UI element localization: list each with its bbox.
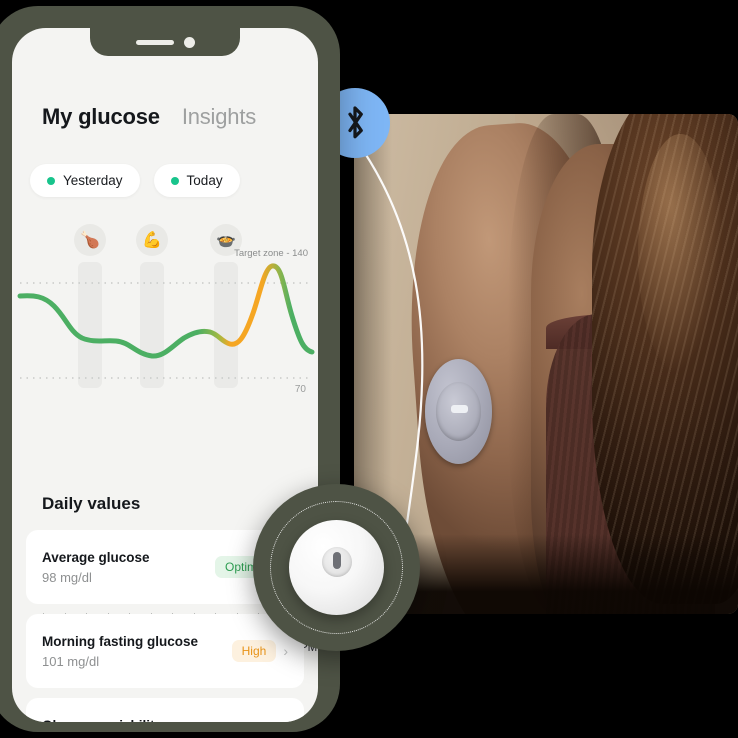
row-text: Morning fasting glucose 101 mg/dl — [42, 634, 198, 669]
row-text: Average glucose 98 mg/dl — [42, 550, 150, 585]
front-camera — [183, 36, 195, 48]
low-threshold-label: 70 — [294, 384, 306, 395]
table-row[interactable]: Morning fasting glucose 101 mg/dl High › — [26, 614, 304, 688]
screen-tabs: My glucose Insights — [42, 104, 256, 130]
chevron-right-icon[interactable]: › — [283, 643, 288, 659]
metric-value: 98 mg/dl — [42, 569, 92, 585]
day-filter-group: Yesterday Today — [30, 164, 240, 197]
tab-insights[interactable]: Insights — [182, 104, 256, 130]
photo-hair-highlight — [638, 134, 723, 374]
yesterday-dot-icon — [47, 176, 55, 185]
today-label: Today — [186, 173, 223, 188]
row-text: Glucose variability 19 mg/dl — [42, 718, 162, 723]
metric-value: 101 mg/dl — [42, 653, 100, 669]
metric-name: Average glucose — [42, 549, 150, 565]
row-status: High › — [231, 640, 288, 662]
sensor-magnifier — [253, 484, 420, 651]
sensor-slot — [332, 552, 341, 570]
bluetooth-icon — [348, 106, 363, 139]
metric-name: Morning fasting glucose — [42, 633, 199, 649]
cgm-sensor-closeup — [289, 520, 384, 615]
target-zone-label: Target zone - 140 — [234, 248, 308, 259]
table-row[interactable]: Glucose variability 19 mg/dl Optimal › — [26, 698, 304, 722]
earpiece-speaker — [135, 39, 174, 45]
glucose-chart[interactable]: 🍗 💪 🍲 Target zone - 140 70 PM — [12, 218, 318, 654]
day-filter-yesterday[interactable]: Yesterday — [30, 164, 140, 197]
metric-name: Glucose variability — [42, 718, 162, 723]
day-filter-today[interactable]: Today — [153, 164, 240, 197]
yesterday-label: Yesterday — [63, 173, 123, 188]
daily-values-title: Daily values — [42, 494, 141, 513]
screenshot-stage: My glucose Insights Yesterday Today 🍗 � — [0, 0, 738, 738]
phone-notch — [90, 28, 240, 56]
tab-my-glucose[interactable]: My glucose — [42, 104, 160, 130]
status-badge: High — [231, 640, 277, 662]
today-dot-icon — [170, 176, 179, 185]
cgm-patch-slot — [450, 405, 469, 413]
cgm-patch-on-arm — [425, 359, 493, 464]
